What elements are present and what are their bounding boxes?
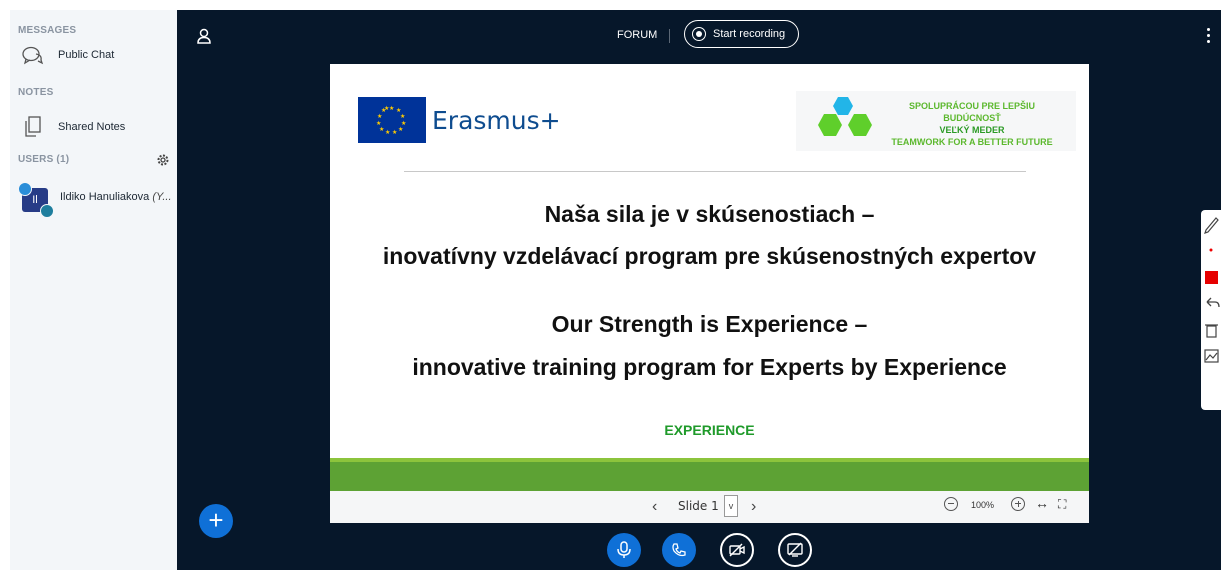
slide-title-sk-1: Naša sila je v skúsenostiach – <box>544 201 875 227</box>
undo-icon[interactable] <box>1201 292 1221 316</box>
presentation-slide: ★ ★ ★ ★ ★ ★ ★ ★ ★ ★ ★ ★ Erasmus+ SPOLUPRÁCOU PRE… <box>330 64 1089 491</box>
previous-slide-button[interactable]: ‹ <box>652 498 657 516</box>
start-recording-button[interactable]: Start recording <box>684 20 799 48</box>
erasmus-label: Erasmus+ <box>432 105 561 135</box>
sidebar-item-shared-notes[interactable]: Shared Notes <box>10 112 177 142</box>
voice-icon <box>40 204 54 218</box>
eu-flag-icon: ★ ★ ★ ★ ★ ★ ★ ★ ★ ★ ★ ★ <box>358 97 426 143</box>
whiteboard-toolbar <box>1201 210 1221 410</box>
record-icon <box>692 27 706 41</box>
messages-section-title: MESSAGES <box>18 25 77 36</box>
gear-icon[interactable] <box>156 153 170 167</box>
partner-logo: SPOLUPRÁCOU PRE LEPŠIU BUDÚCNOSŤ VEĽKÝ M… <box>796 91 1076 151</box>
slide-divider <box>404 171 1026 172</box>
slide-controls: ‹ Slide 1 v › 100% ↔ ⛶ <box>330 491 1089 523</box>
hexagon-logo-icon <box>818 97 872 136</box>
partner-line-1: SPOLUPRÁCOU PRE LEPŠIU BUDÚCNOSŤ <box>908 101 1036 123</box>
user-icon[interactable] <box>197 28 211 44</box>
fit-width-icon[interactable]: ↔ <box>1035 495 1049 511</box>
sidebar: MESSAGES Public Chat NOTES Shared Notes … <box>10 10 177 570</box>
shared-notes-label: Shared Notes <box>58 121 126 133</box>
camera-off-icon[interactable] <box>720 533 754 567</box>
zoom-in-button[interactable] <box>1011 497 1025 511</box>
zoom-out-button[interactable] <box>944 497 958 511</box>
user-list-item[interactable]: Il Ildiko Hanuliakova (Y... <box>10 180 177 218</box>
trash-icon[interactable] <box>1201 318 1221 342</box>
sidebar-item-public-chat[interactable]: Public Chat <box>10 40 177 70</box>
erasmus-logo: ★ ★ ★ ★ ★ ★ ★ ★ ★ ★ ★ ★ Erasmus+ <box>358 95 588 145</box>
meeting-title: FORUM <box>617 29 658 41</box>
avatar: Il <box>18 182 54 218</box>
multi-user-icon[interactable] <box>1201 344 1221 368</box>
slide-title-en-1: Our Strength is Experience – <box>551 311 868 337</box>
presentation-area: FORUM Start recording ★ ★ ★ ★ ★ ★ ★ ★ ★ ★ ★ ★ Er… <box>177 10 1221 570</box>
notes-section-title: NOTES <box>18 87 54 98</box>
users-section-title: USERS (1) <box>18 154 70 165</box>
notes-icon <box>22 116 44 138</box>
phone-icon[interactable] <box>662 533 696 567</box>
screen-share-off-icon[interactable] <box>778 533 812 567</box>
slide-select-dropdown[interactable]: v <box>724 495 738 517</box>
partner-line-3: TEAMWORK FOR A BETTER FUTURE <box>891 137 1053 147</box>
pencil-icon[interactable] <box>1201 212 1221 236</box>
zoom-level: 100% <box>971 500 995 510</box>
slide-title-sk-2: inovatívny vzdelávací program pre skúsen… <box>382 243 1037 269</box>
divider <box>669 29 670 43</box>
user-name-suffix: (Y... <box>152 191 172 203</box>
kebab-icon[interactable] <box>1207 28 1211 44</box>
slide-footer-band <box>330 458 1089 491</box>
presenter-icon <box>18 182 32 196</box>
record-label: Start recording <box>713 28 786 40</box>
color-icon[interactable] <box>1201 266 1221 290</box>
fullscreen-icon[interactable]: ⛶ <box>1058 497 1066 512</box>
next-slide-button[interactable]: › <box>751 498 756 516</box>
chat-icon <box>22 44 44 66</box>
slide-title-en-2: innovative training program for Experts … <box>412 354 1007 380</box>
slide-selector-label: Slide 1 <box>678 499 719 513</box>
slide-tag: EXPERIENCE <box>664 422 755 438</box>
avatar-initials: Il <box>32 194 38 206</box>
plus-icon[interactable]: + <box>199 504 233 538</box>
partner-line-2: VEĽKÝ MEDER <box>939 125 1005 135</box>
user-name: Ildiko Hanuliakova (Y... <box>60 191 172 203</box>
microphone-icon[interactable] <box>607 533 641 567</box>
thickness-icon[interactable] <box>1201 238 1221 262</box>
public-chat-label: Public Chat <box>58 49 115 61</box>
